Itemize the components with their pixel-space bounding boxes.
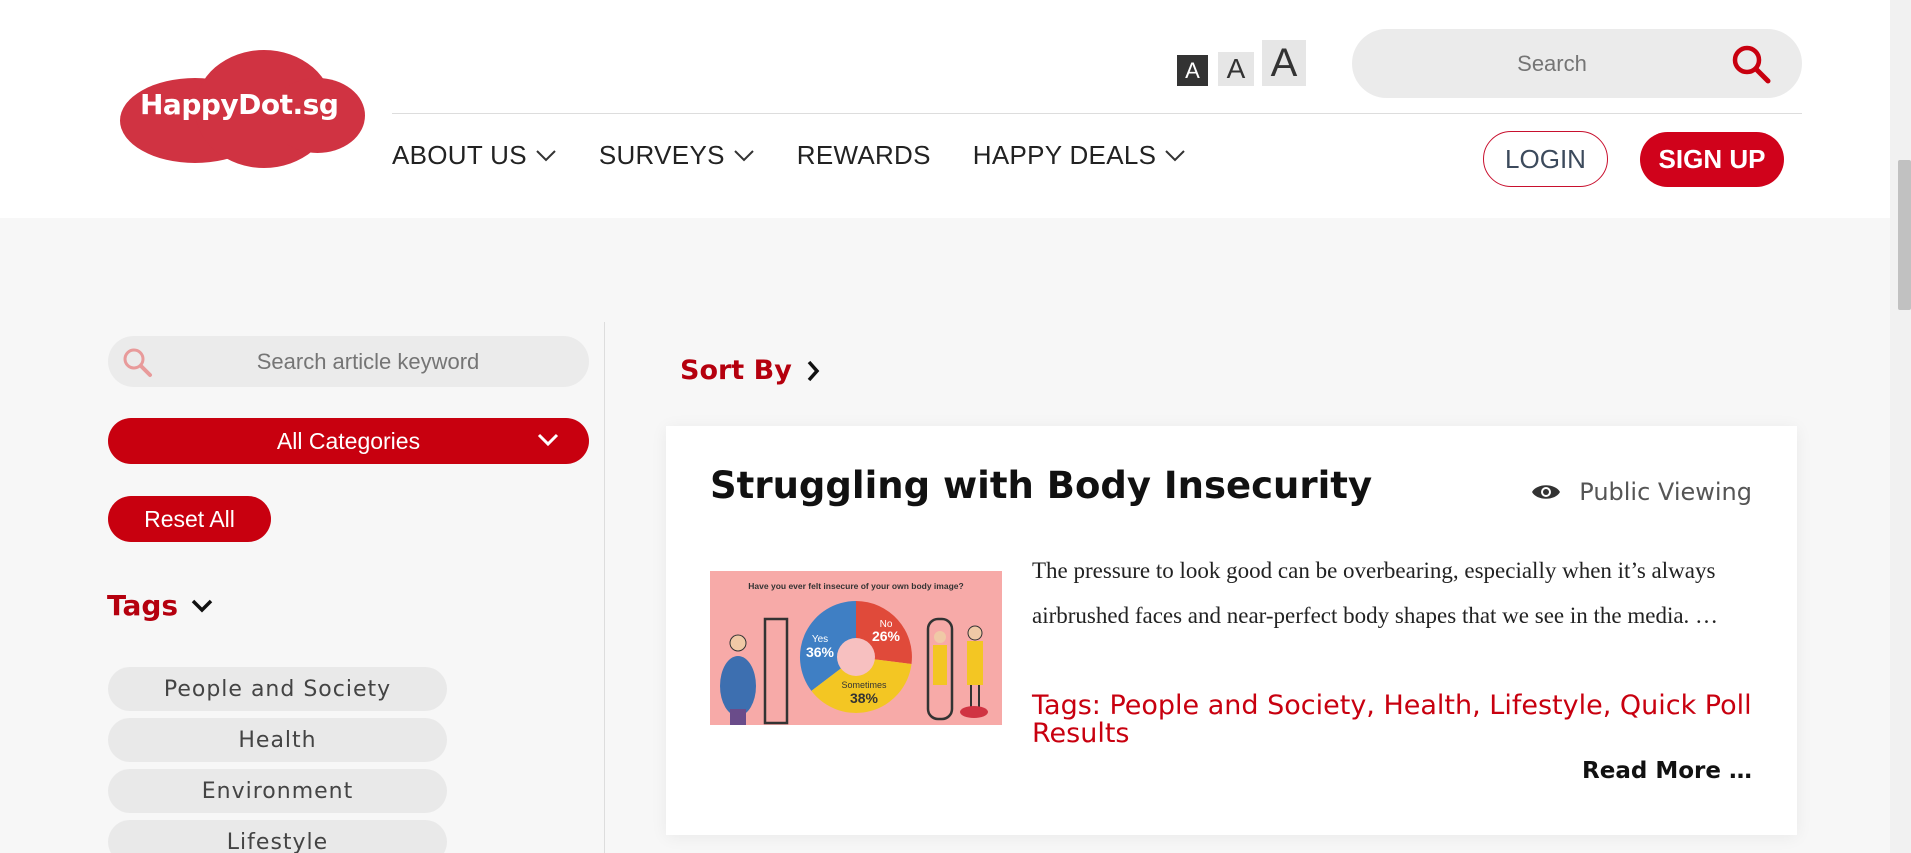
page-scrollbar-thumb[interactable]: [1898, 160, 1911, 310]
nav-item-about-us[interactable]: ABOUT US: [392, 140, 557, 171]
font-size-small-button[interactable]: A: [1177, 55, 1208, 86]
sidebar-divider: [604, 322, 605, 853]
pie-value-sometimes: 38%: [850, 690, 879, 706]
tags-heading: Tags: [107, 589, 179, 622]
chevron-down-icon: [191, 599, 213, 612]
chevron-right-icon: [807, 360, 820, 381]
tags-toggle[interactable]: Tags: [107, 589, 214, 622]
visibility-indicator: Public Viewing: [1531, 478, 1752, 506]
nav-item-surveys[interactable]: SURVEYS: [599, 140, 755, 171]
main-nav: ABOUT US SURVEYS REWARDS HAPPY DEALS: [392, 140, 1228, 171]
site-header: HappyDot.sg A A A ABOUT US SURVEYS REWAR…: [0, 0, 1890, 218]
category-select[interactable]: All Categories: [108, 418, 589, 464]
pie-value-yes: 36%: [806, 644, 835, 660]
nav-item-happy-deals[interactable]: HAPPY DEALS: [973, 140, 1186, 171]
article-excerpt: The pressure to look good can be overbea…: [1032, 558, 1719, 628]
thumbnail-question: Have you ever felt insecure of your own …: [748, 581, 963, 591]
chevron-down-icon: [1165, 149, 1185, 161]
tag-filter-health[interactable]: Health: [108, 718, 447, 762]
search-icon: [123, 348, 152, 377]
reset-all-button[interactable]: Reset All: [108, 496, 271, 542]
article-tags[interactable]: Tags: People and Society, Health, Lifest…: [1032, 692, 1752, 748]
search-icon[interactable]: [1730, 43, 1772, 85]
sort-by-label: Sort By: [680, 355, 792, 386]
sort-by-toggle[interactable]: Sort By: [680, 355, 820, 386]
font-size-medium-button[interactable]: A: [1218, 52, 1254, 86]
article-card: Struggling with Body Insecurity Public V…: [666, 426, 1797, 835]
pie-label-sometimes: Sometimes: [841, 680, 887, 690]
nav-item-rewards[interactable]: REWARDS: [797, 140, 931, 171]
header-search-input[interactable]: [1382, 29, 1722, 98]
signup-button[interactable]: SIGN UP: [1640, 132, 1784, 187]
visibility-label: Public Viewing: [1579, 478, 1752, 506]
nav-label: ABOUT US: [392, 140, 527, 170]
chevron-down-icon: [537, 433, 559, 447]
article-thumbnail[interactable]: Have you ever felt insecure of your own …: [710, 571, 1002, 725]
font-size-large-button[interactable]: A: [1262, 40, 1306, 86]
chevron-down-icon: [536, 149, 556, 161]
nav-label: SURVEYS: [598, 140, 725, 170]
site-logo[interactable]: HappyDot.sg: [120, 48, 365, 168]
header-divider: [392, 113, 1802, 114]
category-select-label: All Categories: [276, 427, 421, 454]
tag-filter-lifestyle[interactable]: Lifestyle: [108, 820, 447, 853]
nav-label: HAPPY DEALS: [972, 140, 1157, 170]
read-more-link[interactable]: Read More …: [1582, 758, 1752, 784]
header-search-box: [1352, 29, 1802, 98]
login-button[interactable]: LOGIN: [1483, 131, 1608, 187]
eye-icon: [1532, 485, 1561, 499]
article-search-input[interactable]: [168, 336, 568, 387]
logo-text: HappyDot.sg: [140, 88, 339, 121]
nav-label: REWARDS: [796, 140, 931, 170]
page-scrollbar-track[interactable]: [1890, 0, 1911, 853]
tag-filter-environment[interactable]: Environment: [108, 769, 447, 813]
article-title[interactable]: Struggling with Body Insecurity: [710, 464, 1372, 507]
pie-value-no: 26%: [872, 628, 901, 644]
tag-filter-people-and-society[interactable]: People and Society: [108, 667, 447, 711]
chevron-down-icon: [734, 149, 754, 161]
article-search-box: [108, 336, 589, 387]
